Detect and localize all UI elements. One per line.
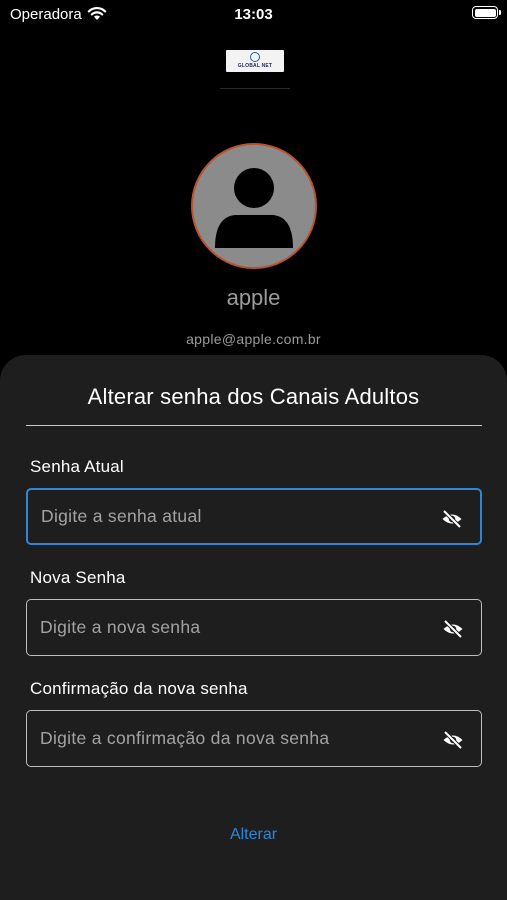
visibility-off-icon[interactable] <box>441 617 465 641</box>
new-password-label: Nova Senha <box>30 568 126 587</box>
visibility-off-icon[interactable] <box>441 728 465 752</box>
change-password-sheet: Alterar senha dos Canais Adultos Senha A… <box>0 355 507 900</box>
logo-mark-icon <box>250 52 260 62</box>
clock: 13:03 <box>234 6 273 23</box>
profile-name: apple <box>226 285 281 310</box>
status-bar: Operadora 13:03 <box>0 0 507 28</box>
logo-underline <box>220 88 290 89</box>
title-divider <box>26 425 482 426</box>
profile-email: apple@apple.com.br <box>186 331 321 347</box>
confirm-password-input[interactable] <box>40 711 430 766</box>
logo-text: GLOBAL NET <box>237 63 273 69</box>
confirm-password-field[interactable] <box>26 710 482 767</box>
visibility-off-icon[interactable] <box>440 507 464 531</box>
brand-logo: GLOBAL NET <box>226 50 284 72</box>
battery-icon <box>472 6 501 19</box>
sheet-title: Alterar senha dos Canais Adultos <box>87 384 420 409</box>
current-password-label: Senha Atual <box>30 457 124 476</box>
new-password-input[interactable] <box>40 600 430 655</box>
submit-button[interactable]: Alterar <box>0 826 507 844</box>
current-password-input[interactable] <box>41 490 431 543</box>
current-password-field[interactable] <box>26 488 482 545</box>
avatar <box>191 143 317 269</box>
new-password-field[interactable] <box>26 599 482 656</box>
confirm-password-label: Confirmação da nova senha <box>30 679 248 698</box>
user-icon <box>215 168 293 248</box>
